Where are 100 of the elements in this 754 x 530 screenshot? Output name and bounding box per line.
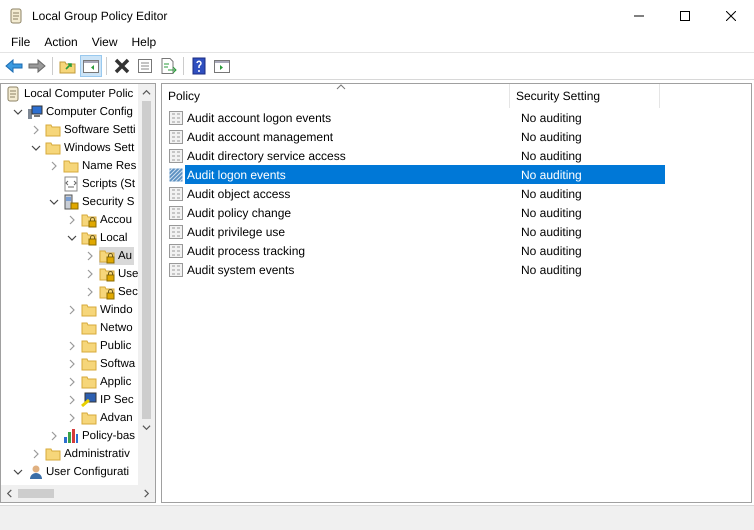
table-cell: No auditing — [521, 148, 582, 162]
policy-row[interactable]: Audit account logon events No auditing — [185, 108, 665, 127]
menu-item[interactable]: Action — [37, 35, 85, 49]
tree-item[interactable]: Public — [81, 337, 134, 355]
policy-icon — [169, 186, 183, 200]
chevron-down-icon[interactable] — [67, 233, 77, 243]
tree-item[interactable]: Scripts (St — [63, 175, 138, 193]
scroll-icon — [5, 86, 21, 102]
menu-item[interactable]: File — [4, 35, 38, 49]
tree-item[interactable]: Security S — [63, 193, 136, 211]
policy-row[interactable]: Audit system events No auditing — [185, 260, 665, 279]
folder-icon — [63, 158, 79, 174]
locked-folder-icon — [99, 284, 115, 300]
computer-icon — [27, 104, 43, 120]
policy-row[interactable]: Audit object access No auditing — [185, 184, 665, 203]
folder-icon — [81, 338, 97, 354]
scroll-right-icon[interactable] — [142, 489, 151, 498]
table-cell: No auditing — [521, 186, 582, 200]
policy-row[interactable]: Audit logon events No auditing — [185, 165, 665, 184]
tree-item[interactable]: Netwo — [81, 319, 135, 337]
chevron-right-icon[interactable] — [67, 215, 77, 225]
tree-item[interactable]: Local Computer Polic — [5, 85, 136, 103]
table-cell: No auditing — [521, 110, 582, 124]
policy-row[interactable]: Audit account management No auditing — [185, 127, 665, 146]
monitor-key-icon — [81, 392, 97, 408]
chevron-down-icon[interactable] — [13, 467, 23, 477]
chevron-right-icon[interactable] — [85, 287, 95, 297]
locked-folder-icon — [99, 266, 115, 282]
policy-row[interactable]: Audit process tracking No auditing — [185, 241, 665, 260]
window-title: Local Group Policy Editor — [32, 9, 168, 23]
script-icon — [63, 176, 79, 192]
policy-row[interactable]: Audit directory service access No auditing — [185, 146, 665, 165]
tree-item[interactable]: Use — [99, 265, 138, 283]
table-cell: No auditing — [521, 168, 582, 182]
scroll-left-icon[interactable] — [5, 489, 14, 498]
table-cell-text: Audit privilege use — [186, 224, 286, 238]
menu-item[interactable]: View — [84, 35, 124, 49]
folder-icon — [81, 356, 97, 372]
table-cell: No auditing — [521, 244, 582, 258]
tree-item[interactable]: Windows Sett — [45, 139, 136, 157]
maximize-icon — [680, 11, 690, 21]
chevron-right-icon[interactable] — [67, 341, 77, 351]
tree-item[interactable]: Local — [81, 229, 130, 247]
tree-item[interactable]: IP Sec — [81, 391, 136, 409]
chevron-right-icon[interactable] — [67, 413, 77, 423]
scroll-icon — [8, 8, 24, 24]
tree-item[interactable]: Au — [99, 247, 134, 265]
tree-item[interactable]: Accou — [81, 211, 134, 229]
scrollbar-thumb[interactable] — [142, 101, 151, 419]
locked-folder-icon — [99, 248, 115, 264]
column-header[interactable]: Policy — [162, 84, 510, 108]
table-cell: No auditing — [521, 206, 582, 220]
folder-icon — [81, 302, 97, 318]
tree-item[interactable]: Policy-bas — [63, 427, 138, 445]
policy-icon — [169, 206, 183, 220]
vertical-scrollbar[interactable] — [138, 84, 155, 485]
scroll-up-icon[interactable] — [142, 88, 151, 97]
chevron-down-icon[interactable] — [31, 143, 41, 153]
policy-row[interactable]: Audit policy change No auditing — [185, 203, 665, 222]
chevron-right-icon[interactable] — [67, 359, 77, 369]
horizontal-scrollbar[interactable] — [1, 485, 155, 502]
tree-item[interactable]: Applic — [81, 373, 134, 391]
tree-item[interactable]: Computer Config — [27, 103, 135, 121]
folder-icon — [81, 410, 97, 426]
locked-folder-icon — [81, 212, 97, 228]
tree-item[interactable]: Softwa — [81, 355, 138, 373]
tree-item[interactable]: Software Setti — [45, 121, 138, 139]
tree-item[interactable]: Name Res — [63, 157, 138, 175]
policy-icon — [169, 262, 183, 276]
tree-item[interactable]: Administrativ — [45, 445, 132, 463]
console-tree-button[interactable] — [80, 55, 102, 77]
column-header[interactable]: Security Setting — [510, 84, 660, 108]
table-cell-text: Audit logon events — [186, 168, 287, 182]
chevron-right-icon[interactable] — [85, 269, 95, 279]
scroll-down-icon[interactable] — [142, 423, 151, 432]
table-cell: No auditing — [521, 130, 582, 144]
table-cell-text: Audit system events — [186, 262, 296, 276]
chevron-right-icon[interactable] — [49, 431, 59, 441]
tree-item[interactable]: Sec — [99, 283, 138, 301]
table-cell: No auditing — [521, 262, 582, 276]
chevron-right-icon[interactable] — [67, 395, 77, 405]
sort-caret-icon — [336, 84, 346, 90]
chevron-right-icon[interactable] — [67, 377, 77, 387]
chevron-right-icon[interactable] — [67, 305, 77, 315]
server-lock-icon — [63, 194, 79, 210]
chevron-right-icon[interactable] — [49, 161, 59, 171]
chevron-right-icon[interactable] — [31, 449, 41, 459]
policy-row[interactable]: Audit privilege use No auditing — [185, 222, 665, 241]
scrollbar-thumb[interactable] — [18, 489, 54, 498]
tree-item[interactable]: User Configurati — [27, 463, 132, 481]
chevron-down-icon[interactable] — [49, 197, 59, 207]
policy-icon — [169, 224, 183, 238]
tree-item[interactable]: Windo — [81, 301, 135, 319]
chevron-right-icon[interactable] — [85, 251, 95, 261]
chevron-right-icon[interactable] — [31, 125, 41, 135]
table-cell-text: Audit account management — [186, 130, 334, 144]
tree-item[interactable]: Advan — [81, 409, 135, 427]
folder-icon — [81, 320, 97, 336]
menu-item[interactable]: Help — [124, 35, 164, 49]
chevron-down-icon[interactable] — [13, 107, 23, 117]
